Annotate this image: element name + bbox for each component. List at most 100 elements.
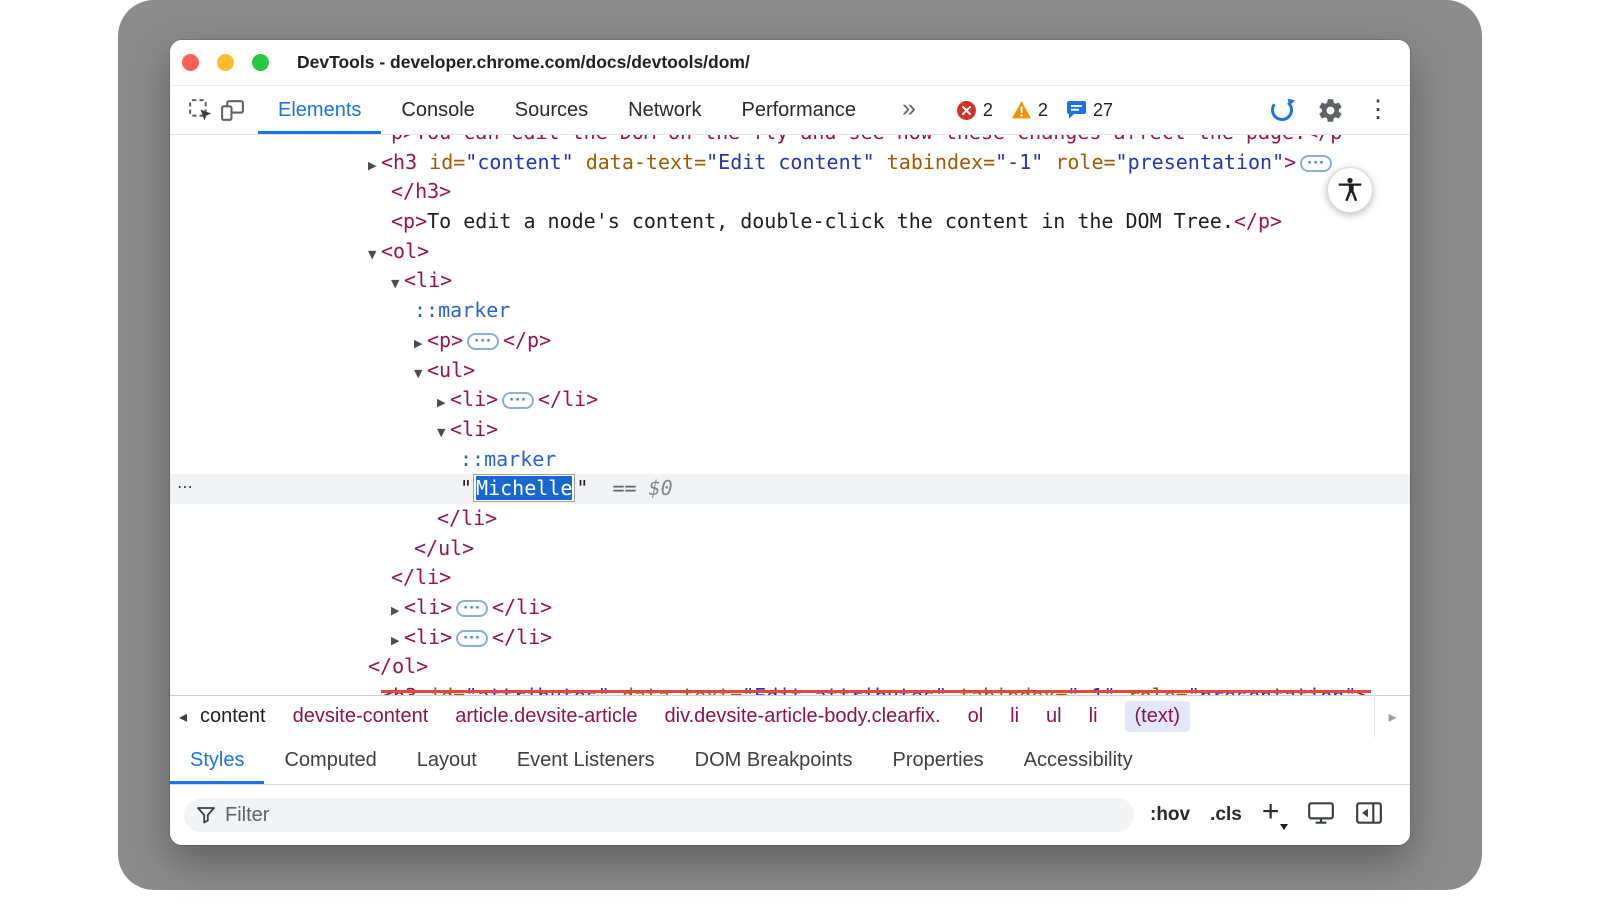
- inline-text-edit-box[interactable]: Michelle: [473, 474, 575, 502]
- inline-ellipsis-button[interactable]: ···: [502, 392, 534, 409]
- breadcrumb-item[interactable]: li: [1010, 705, 1019, 728]
- breadcrumb-scroll-left-button[interactable]: ◂: [170, 696, 196, 737]
- expand-arrow-icon[interactable]: ▶: [437, 388, 450, 418]
- new-style-rule-button[interactable]: +: [1262, 797, 1288, 827]
- dom-row-marker-1[interactable]: ::marker: [170, 296, 1410, 326]
- inline-ellipsis-button[interactable]: ···: [1300, 155, 1332, 172]
- customize-devtools-button[interactable]: ⋮: [1362, 94, 1394, 126]
- accessibility-overlay-button[interactable]: [1327, 167, 1373, 213]
- dom-row-ol-open[interactable]: ▼<ol>: [170, 237, 1410, 267]
- styles-filter-input[interactable]: [225, 804, 1122, 827]
- dom-row-li-collapsed-3[interactable]: ▶<li>···</li>: [170, 623, 1410, 653]
- devtools-window: DevTools - developer.chrome.com/docs/dev…: [170, 40, 1410, 845]
- dom-segment-tag: </li>: [492, 625, 552, 649]
- more-tabs-button[interactable]: »: [902, 94, 916, 123]
- settings-button[interactable]: [1314, 94, 1346, 126]
- collapse-arrow-icon[interactable]: ▼: [368, 240, 381, 270]
- console-errors-badge[interactable]: 2: [956, 100, 993, 121]
- sidebar-tab-styles[interactable]: Styles: [170, 737, 264, 784]
- breadcrumb-scroll-right-button[interactable]: ▸: [1374, 696, 1410, 737]
- dom-row-li-close-1[interactable]: </li>: [170, 563, 1410, 593]
- dom-row-li-open-1[interactable]: ▼<li>: [170, 266, 1410, 296]
- expand-arrow-icon[interactable]: ▶: [391, 596, 404, 626]
- dom-row-ul-open[interactable]: ▼<ul>: [170, 356, 1410, 386]
- dom-row-text-editing[interactable]: ⋯"Michelle" == $0: [170, 474, 1410, 504]
- breadcrumb-item[interactable]: content: [200, 705, 266, 728]
- tab-elements[interactable]: Elements: [258, 86, 381, 134]
- dom-segment-tag: <ol>: [381, 239, 429, 263]
- dom-row-clipped-top[interactable]: p>You can edit the DOM on the fly and se…: [170, 135, 1410, 148]
- breadcrumb-item[interactable]: devsite-content: [293, 705, 429, 728]
- inspect-element-button[interactable]: [184, 94, 216, 126]
- sidebar-tab-layout[interactable]: Layout: [397, 737, 497, 784]
- sidebar-tab-computed[interactable]: Computed: [264, 737, 396, 784]
- collapse-arrow-icon[interactable]: ▼: [391, 269, 404, 299]
- collapse-arrow-icon[interactable]: ▼: [414, 359, 427, 389]
- tab-console[interactable]: Console: [381, 86, 494, 134]
- inline-ellipsis-button[interactable]: ···: [456, 630, 488, 647]
- rendering-emulations-button[interactable]: [1307, 800, 1335, 831]
- breadcrumb-item[interactable]: ol: [968, 705, 984, 728]
- filter-funnel-icon: [196, 806, 216, 824]
- expand-arrow-icon[interactable]: ▶: [368, 151, 381, 181]
- window-zoom-button[interactable]: [252, 54, 269, 71]
- status-badges: 2 2 27: [956, 100, 1131, 121]
- element-classes-button[interactable]: .cls: [1210, 804, 1242, 826]
- dom-row-h3-close[interactable]: </h3>: [170, 177, 1410, 207]
- sidebar-tab-properties[interactable]: Properties: [873, 737, 1004, 784]
- dom-row-h3-content[interactable]: ▶<h3 id="content" data-text="Edit conten…: [170, 148, 1410, 178]
- dom-row-p-collapsed[interactable]: ▶<p>···</p>: [170, 326, 1410, 356]
- red-underline-decoration: [381, 690, 1371, 693]
- dom-segment-tag: <p>: [427, 328, 463, 352]
- dom-row-ol-close[interactable]: </ol>: [170, 652, 1410, 682]
- show-computed-sidebar-button[interactable]: [1355, 801, 1383, 830]
- dom-segment-tag: <li>: [404, 625, 452, 649]
- toggle-device-toolbar-button[interactable]: [216, 94, 248, 126]
- breadcrumb-item[interactable]: ul: [1046, 705, 1062, 728]
- dom-segment-tag: >: [1284, 150, 1296, 174]
- row-gutter-dots-icon: ⋯: [177, 472, 194, 502]
- gear-icon: [1317, 97, 1344, 124]
- breadcrumb-item[interactable]: article.devsite-article: [455, 705, 637, 728]
- sidebar-tab-accessibility[interactable]: Accessibility: [1004, 737, 1153, 784]
- collapse-arrow-icon[interactable]: ▼: [437, 418, 450, 448]
- breadcrumb-list: content devsite-content article.devsite-ar…: [196, 696, 1374, 737]
- window-minimize-button[interactable]: [217, 54, 234, 71]
- dom-row-li-close-2[interactable]: </li>: [170, 504, 1410, 534]
- sidebar-tab-event-listeners[interactable]: Event Listeners: [497, 737, 675, 784]
- dom-segment-tag: </li>: [437, 506, 497, 530]
- breadcrumb-item[interactable]: li: [1089, 705, 1098, 728]
- tab-performance[interactable]: Performance: [722, 86, 877, 134]
- inline-ellipsis-button[interactable]: ···: [456, 600, 488, 617]
- styles-filter-field[interactable]: [184, 798, 1134, 832]
- console-warnings-badge[interactable]: 2: [1011, 100, 1048, 121]
- inline-ellipsis-button[interactable]: ···: [467, 333, 499, 350]
- dom-row-li-open-2[interactable]: ▼<li>: [170, 415, 1410, 445]
- window-close-button[interactable]: [182, 54, 199, 71]
- devtools-toolbar: ElementsConsoleSourcesNetworkPerformance…: [170, 86, 1410, 135]
- expand-arrow-icon[interactable]: ▶: [414, 329, 427, 359]
- dom-segment-text: ": [576, 476, 588, 500]
- dom-row-clipped-bottom[interactable]: ▶<h3 id="attributes" data-text="Edit att…: [170, 682, 1410, 695]
- dom-row-ul-close[interactable]: </ul>: [170, 534, 1410, 564]
- dom-row-li-collapsed-2[interactable]: ▶<li>···</li>: [170, 593, 1410, 623]
- new-style-rule-caret-icon: [1280, 824, 1288, 830]
- expand-arrow-icon[interactable]: ▶: [368, 685, 381, 695]
- toggle-element-state-button[interactable]: :hov: [1150, 804, 1190, 826]
- dom-segment-tag: <h3: [381, 150, 417, 174]
- monitor-icon: [1307, 800, 1335, 826]
- breadcrumb-item[interactable]: div.devsite-article-body.clearfix.: [665, 705, 941, 728]
- dom-row-marker-2[interactable]: ::marker: [170, 445, 1410, 475]
- dom-segment-tag: <ul>: [427, 358, 475, 382]
- tab-network[interactable]: Network: [608, 86, 721, 134]
- breadcrumb-item[interactable]: (text): [1125, 701, 1191, 732]
- dom-row-li-collapsed-1[interactable]: ▶<li>···</li>: [170, 385, 1410, 415]
- dom-row-p-intro[interactable]: <p>To edit a node's content, double-clic…: [170, 207, 1410, 237]
- sidebar-tab-dom-breakpoints[interactable]: DOM Breakpoints: [675, 737, 873, 784]
- tab-sources[interactable]: Sources: [495, 86, 608, 134]
- dom-segment-val: "Edit content": [706, 150, 875, 174]
- expand-arrow-icon[interactable]: ▶: [391, 626, 404, 656]
- issues-badge[interactable]: 27: [1066, 100, 1113, 121]
- devtools-sync-button[interactable]: [1266, 94, 1298, 126]
- toolbar-right-cluster: ⋮: [1266, 94, 1394, 126]
